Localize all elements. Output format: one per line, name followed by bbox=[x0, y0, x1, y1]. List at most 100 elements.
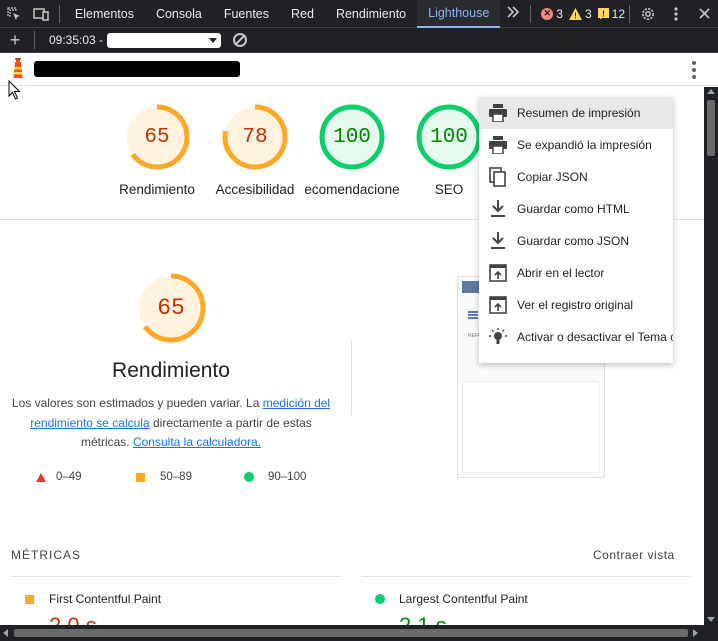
open-in-new-icon bbox=[479, 264, 517, 282]
thumbnail-menu-icon bbox=[468, 311, 478, 319]
score-gauge-recomendaciones[interactable]: 100 bbox=[317, 102, 387, 172]
vertical-divider bbox=[351, 340, 352, 415]
horizontal-scroll-thumb[interactable] bbox=[14, 629, 688, 637]
metric-lcp: Largest Contentful Paint bbox=[375, 592, 528, 606]
menu-item-label: Copiar JSON bbox=[517, 170, 588, 184]
report-tools-dropdown: Resumen de impresión Se expandió la impr… bbox=[479, 97, 673, 363]
metric-name: Largest Contentful Paint bbox=[399, 592, 528, 606]
legend-average: 50–89 bbox=[136, 471, 192, 483]
menu-item-save-json[interactable]: Guardar como JSON bbox=[479, 225, 673, 257]
legend-pass-range: 90–100 bbox=[268, 471, 307, 483]
tab-elementos[interactable]: Elementos bbox=[64, 0, 145, 28]
average-square-icon bbox=[25, 594, 34, 604]
score-label[interactable]: ecomendacione bbox=[304, 182, 400, 197]
score-label[interactable]: Accesibilidad bbox=[200, 182, 310, 197]
svg-text:!: ! bbox=[602, 10, 605, 19]
printer-icon bbox=[479, 104, 517, 122]
scroll-left-arrow-icon[interactable] bbox=[3, 629, 8, 637]
error-icon: ✕ bbox=[541, 7, 554, 20]
score-label[interactable]: Rendimiento bbox=[102, 182, 212, 197]
issues-count: 12 bbox=[611, 6, 626, 21]
score-value: 100 bbox=[430, 125, 468, 149]
menu-item-label: Guardar como HTML bbox=[517, 202, 630, 216]
inspect-element-icon[interactable] bbox=[0, 0, 27, 28]
settings-gear-icon[interactable] bbox=[634, 0, 662, 28]
tab-consola[interactable]: Consola bbox=[145, 0, 213, 28]
legend-fail-range: 0–49 bbox=[56, 471, 82, 483]
menu-item-print-summary[interactable]: Resumen de impresión bbox=[479, 97, 673, 129]
warning-count-badge[interactable]: ! 3 bbox=[568, 7, 592, 21]
close-devtools-icon[interactable] bbox=[690, 0, 718, 28]
tab-fuentes[interactable]: Fuentes bbox=[213, 0, 280, 28]
collapse-view-button[interactable]: Contraer vista bbox=[593, 548, 675, 562]
legend-fail: 0–49 bbox=[36, 471, 82, 483]
menu-item-toggle-dark-theme[interactable]: Activar o desactivar el Tema oscuro bbox=[479, 321, 673, 353]
menu-item-label: Guardar como JSON bbox=[517, 234, 630, 248]
legend-average-range: 50–89 bbox=[160, 471, 192, 483]
report-top-bar bbox=[0, 53, 718, 86]
fail-triangle-icon bbox=[36, 472, 46, 482]
thumbnail-card bbox=[462, 381, 600, 473]
printer-icon bbox=[479, 136, 517, 154]
menu-item-open-viewer[interactable]: Abrir en el lector bbox=[479, 257, 673, 289]
download-icon bbox=[479, 200, 517, 218]
scroll-up-arrow-icon[interactable] bbox=[707, 89, 715, 94]
toolbar-divider bbox=[629, 4, 631, 23]
redacted-page-url bbox=[34, 61, 240, 77]
tab-lighthouse[interactable]: Lighthouse bbox=[417, 0, 501, 28]
vertical-scroll-thumb[interactable] bbox=[707, 100, 715, 156]
score-gauge-accesibilidad[interactable]: 78 bbox=[220, 102, 290, 172]
report-selector-dropdown[interactable] bbox=[107, 32, 222, 48]
metric-divider bbox=[361, 576, 691, 577]
metrics-section-title: MÉTRICAS bbox=[11, 548, 82, 562]
open-in-new-icon bbox=[479, 296, 517, 314]
score-value: 78 bbox=[242, 125, 268, 149]
menu-item-label: Se expandió la impresión bbox=[517, 138, 652, 152]
tab-rendimiento[interactable]: Rendimiento bbox=[325, 0, 417, 28]
issues-count-badge[interactable]: ! 12 bbox=[597, 6, 626, 21]
lightbulb-icon bbox=[479, 328, 517, 346]
lighthouse-toolbar: + 09:35:03 - bbox=[0, 28, 718, 53]
score-value: 65 bbox=[144, 125, 170, 149]
performance-score-gauge: 65 bbox=[134, 271, 208, 345]
calculator-link[interactable]: Consulta la calculadora. bbox=[133, 435, 261, 449]
customize-devtools-menu-icon[interactable] bbox=[662, 0, 690, 28]
horizontal-scrollbar[interactable] bbox=[0, 625, 718, 641]
menu-item-label: Abrir en el lector bbox=[517, 266, 605, 280]
performance-description: Los valores son estimados y pueden varia… bbox=[6, 394, 336, 453]
menu-item-label: Resumen de impresión bbox=[517, 106, 641, 120]
more-tabs-icon[interactable] bbox=[500, 6, 526, 21]
menu-item-save-html[interactable]: Guardar como HTML bbox=[479, 193, 673, 225]
device-toolbar-icon[interactable] bbox=[27, 0, 54, 28]
error-count: 3 bbox=[556, 6, 563, 21]
metric-divider bbox=[11, 576, 341, 577]
metric-name: First Contentful Paint bbox=[49, 592, 162, 606]
report-tools-menu-icon[interactable] bbox=[688, 61, 700, 79]
new-report-plus-icon[interactable]: + bbox=[0, 30, 30, 51]
scroll-down-arrow-icon[interactable] bbox=[707, 617, 715, 622]
svg-text:!: ! bbox=[574, 11, 577, 20]
clear-reports-icon[interactable] bbox=[233, 33, 248, 47]
error-count-badge[interactable]: ✕ 3 bbox=[541, 7, 563, 21]
score-gauge-seo[interactable]: 100 bbox=[414, 102, 484, 172]
average-square-icon bbox=[136, 472, 145, 482]
toolbar-divider bbox=[58, 4, 60, 23]
issue-icon: ! bbox=[597, 8, 609, 19]
menu-item-copy-json[interactable]: Copiar JSON bbox=[479, 161, 673, 193]
toolbar-divider bbox=[530, 4, 532, 23]
score-value: 100 bbox=[333, 125, 371, 149]
devtools-tab-bar: Elementos Consola Fuentes Red Rendimient… bbox=[0, 0, 718, 28]
score-gauge-rendimiento[interactable]: 65 bbox=[122, 102, 192, 172]
lighthouse-logo-icon bbox=[13, 58, 23, 78]
scroll-right-arrow-icon[interactable] bbox=[693, 629, 698, 637]
warning-icon: ! bbox=[568, 7, 582, 20]
copy-icon bbox=[479, 167, 517, 187]
menu-item-print-expanded[interactable]: Se expandió la impresión bbox=[479, 129, 673, 161]
pass-circle-icon bbox=[375, 594, 385, 604]
vertical-scrollbar[interactable] bbox=[704, 87, 718, 625]
metric-value: 2.1 s bbox=[399, 613, 447, 625]
menu-item-view-trace[interactable]: Ver el registro original bbox=[479, 289, 673, 321]
tab-red[interactable]: Red bbox=[280, 0, 325, 28]
performance-title: Rendimiento bbox=[112, 359, 230, 382]
menu-item-label: Ver el registro original bbox=[517, 298, 634, 312]
